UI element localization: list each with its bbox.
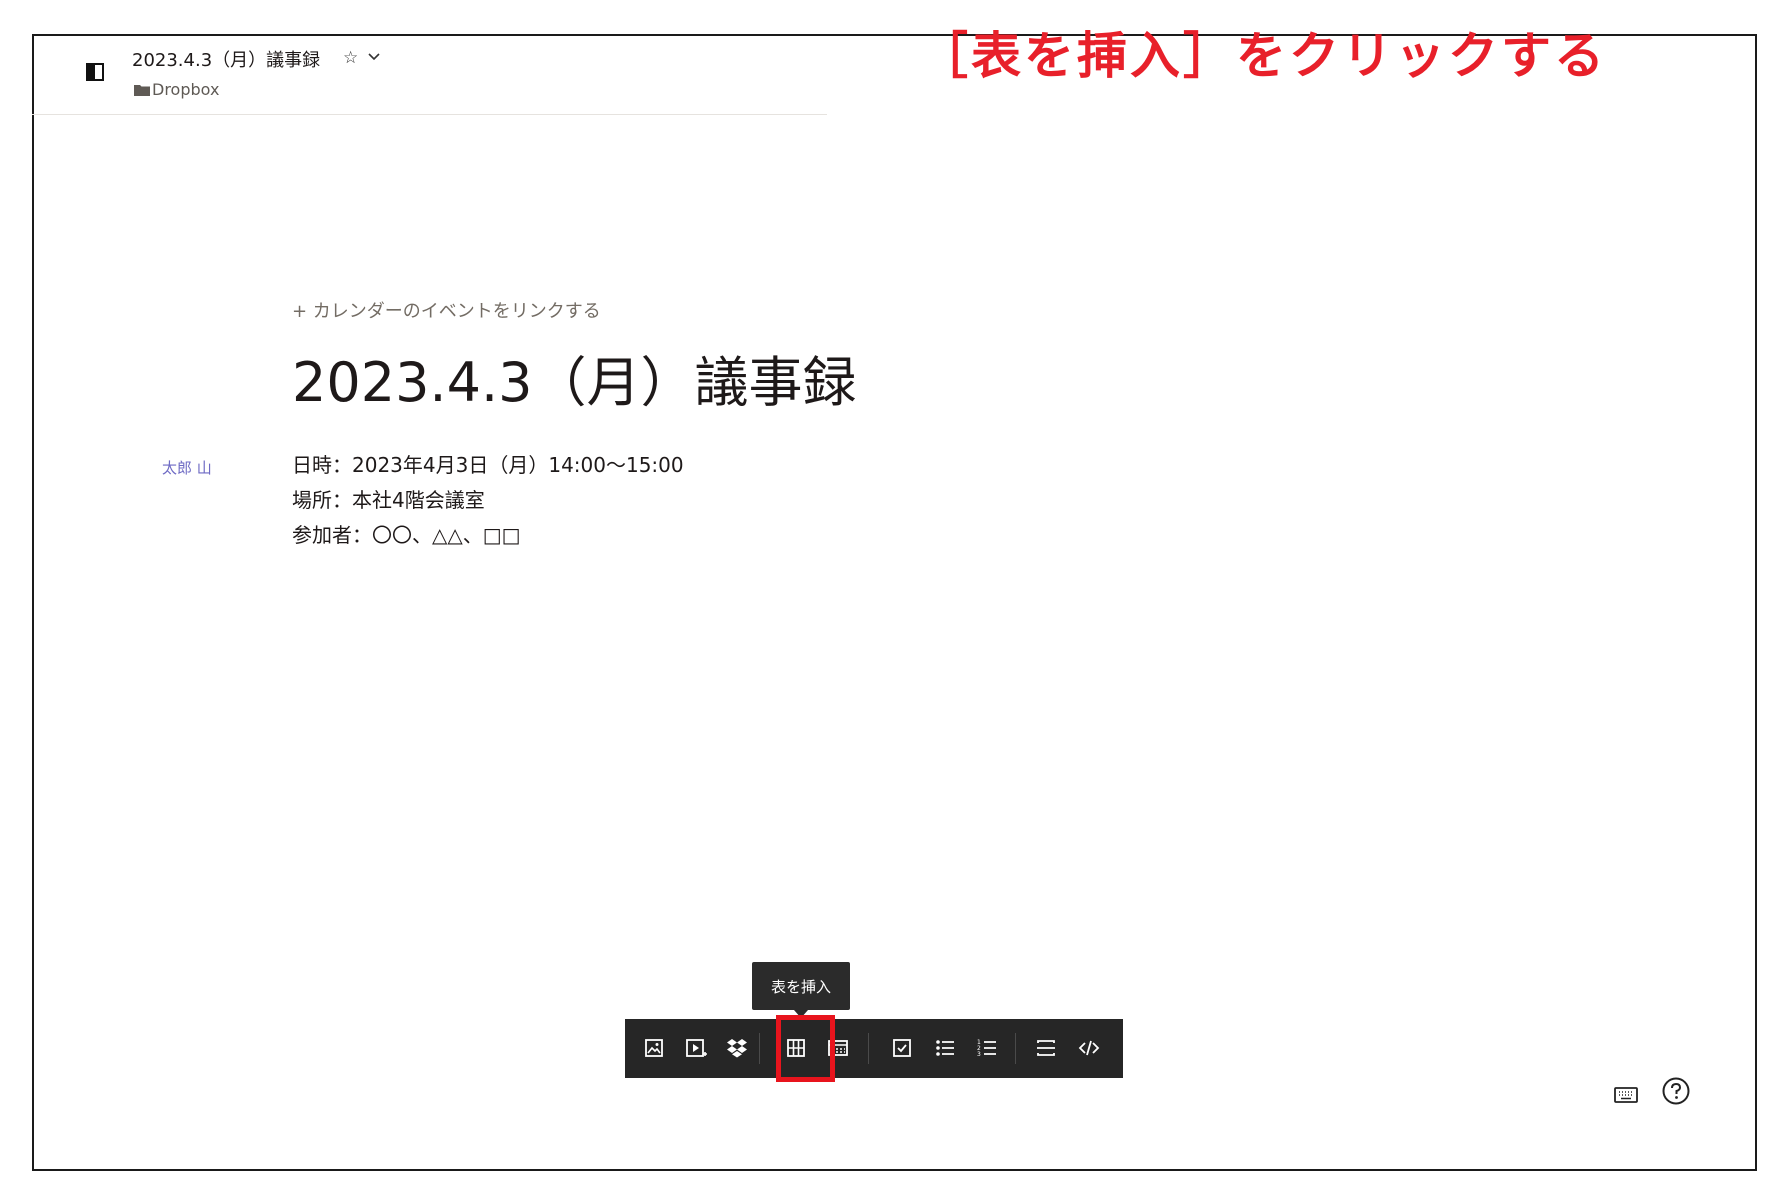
calendar-link[interactable]: + カレンダーのイベントをリンクする xyxy=(292,297,601,323)
page-title[interactable]: 2023.4.3（月）議事録 xyxy=(292,338,856,417)
help-icon[interactable] xyxy=(1661,1076,1691,1106)
body-line[interactable]: 場所：本社4階会議室 xyxy=(292,483,684,518)
highlight-box xyxy=(776,1015,835,1082)
keyboard-icon[interactable] xyxy=(1613,1082,1639,1108)
star-icon[interactable]: ☆ xyxy=(343,48,358,68)
divider-icon[interactable] xyxy=(1032,1034,1060,1062)
body-line[interactable]: 日時：2023年4月3日（月）14:00～15:00 xyxy=(292,448,684,483)
folder-breadcrumb[interactable]: Dropbox xyxy=(152,80,219,99)
code-icon[interactable] xyxy=(1075,1034,1103,1062)
body-line[interactable]: 参加者：〇〇、△△、□□ xyxy=(292,518,684,553)
toolbar-separator xyxy=(759,1033,760,1064)
chevron-down-icon[interactable] xyxy=(366,48,382,64)
document-body[interactable]: 日時：2023年4月3日（月）14:00～15:00 場所：本社4階会議室 参加… xyxy=(292,448,684,553)
checklist-icon[interactable] xyxy=(888,1034,916,1062)
instruction-annotation: ［表を挿入］をクリックする xyxy=(918,27,1607,85)
insert-image-icon[interactable] xyxy=(640,1034,668,1062)
folder-icon xyxy=(134,85,150,96)
insert-table-tooltip: 表を挿入 xyxy=(752,962,850,1018)
author-label: 太郎 山 xyxy=(162,459,212,477)
svg-text:3: 3 xyxy=(977,1051,981,1058)
numbered-list-icon[interactable]: 123 xyxy=(973,1034,1001,1062)
sidebar-toggle-icon[interactable] xyxy=(86,63,104,81)
insert-toolbar: 123 xyxy=(625,1019,1123,1078)
dropbox-icon[interactable] xyxy=(723,1034,751,1062)
toolbar-separator xyxy=(1015,1033,1016,1064)
bullet-list-icon[interactable] xyxy=(931,1034,959,1062)
doc-title[interactable]: 2023.4.3（月）議事録 xyxy=(132,46,320,72)
toolbar-separator xyxy=(868,1033,869,1064)
header-divider xyxy=(32,114,827,115)
insert-media-icon[interactable] xyxy=(682,1034,710,1062)
